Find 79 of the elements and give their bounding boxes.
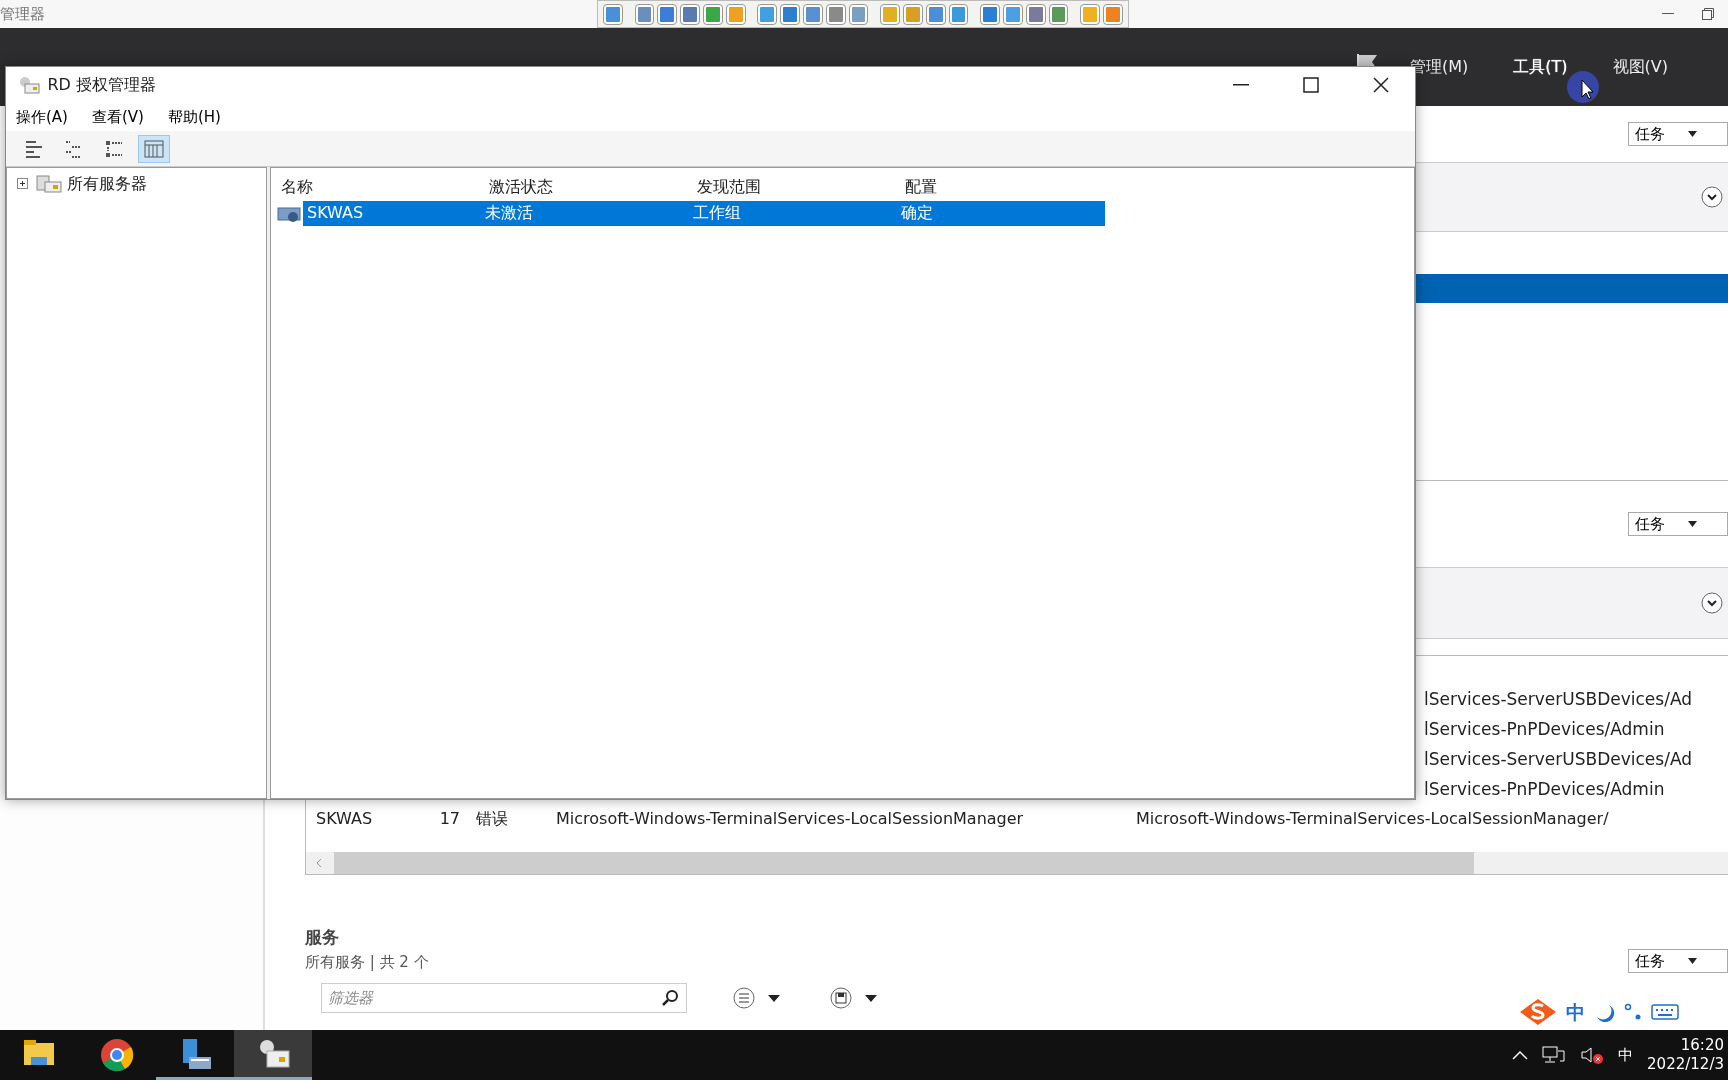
toolbar-icon[interactable] xyxy=(1104,4,1122,24)
table-cell-text: lServices-ServerUSBDevices/Ad xyxy=(1423,748,1694,771)
column-header[interactable]: 发现范围 xyxy=(693,175,901,199)
minimize-icon[interactable] xyxy=(1662,13,1674,15)
table-icon[interactable] xyxy=(143,137,165,160)
table-cell-text: 错误 xyxy=(476,808,509,830)
maximize-icon[interactable] xyxy=(1303,77,1319,93)
table-cell-text: SKWAS xyxy=(316,808,374,830)
section-title: 服务 xyxy=(305,926,340,949)
table-cell-text: Microsoft-Windows-TerminalServices-LocalSessionManager xyxy=(556,808,1025,830)
scrollbar-thumb[interactable] xyxy=(334,852,1474,874)
clock[interactable]: 16:20 2022/12/3 xyxy=(1647,1036,1724,1074)
input-language[interactable]: 中 xyxy=(1618,1043,1634,1067)
tasks-dropdown[interactable]: 任务 xyxy=(1628,949,1728,973)
ime-mode[interactable]: 中 xyxy=(1566,997,1585,1027)
column-header[interactable]: 名称 xyxy=(277,175,485,199)
tasks-dropdown[interactable]: 任务 xyxy=(1628,122,1728,146)
time-text: 16:20 xyxy=(1680,1036,1724,1055)
toolbar-icon[interactable] xyxy=(849,4,868,24)
column-header[interactable]: 激活状态 xyxy=(485,175,693,199)
table-cell-text: lServices-PnPDevices/Admin xyxy=(1423,778,1666,801)
license-manager-icon xyxy=(18,76,40,94)
date-text: 2022/12/3 xyxy=(1647,1055,1724,1074)
toolbar-icon[interactable] xyxy=(1081,4,1099,24)
caret-icon[interactable] xyxy=(1687,958,1697,964)
column-header[interactable]: 配置 xyxy=(901,175,1109,199)
menu-item[interactable]: 视图(V) xyxy=(1612,51,1668,83)
table-cell-text: lServices-ServerUSBDevices/Ad xyxy=(1423,688,1694,711)
cursor-icon xyxy=(1566,70,1600,106)
toolbar-icon[interactable] xyxy=(1049,4,1068,24)
filter-field[interactable]: 筛选器 xyxy=(321,983,687,1013)
toolbar-icon[interactable] xyxy=(826,4,845,24)
chevron-icon[interactable] xyxy=(1700,591,1724,615)
toolbar-icon[interactable] xyxy=(981,4,999,24)
toolbar-icon[interactable] xyxy=(758,4,777,24)
volume-muted-icon[interactable] xyxy=(1580,1045,1605,1065)
toolbar-icon[interactable] xyxy=(949,4,968,24)
taskbar-app[interactable] xyxy=(234,1030,312,1080)
table-cell-text: Microsoft-Windows-TerminalServices-LocalSessionManager/ xyxy=(1136,808,1609,830)
toolbar-icon[interactable] xyxy=(604,4,622,24)
toolbar-icon[interactable] xyxy=(726,4,745,24)
restore-icon[interactable] xyxy=(1702,8,1714,20)
section-subtitle: 所有服务 | 共 2 个 xyxy=(305,951,429,973)
caret-icon[interactable] xyxy=(1687,521,1697,527)
keyboard-icon[interactable] xyxy=(1651,1002,1679,1022)
toolbar-icon[interactable] xyxy=(704,4,722,24)
toolbar-icon[interactable] xyxy=(881,4,899,24)
list-row[interactable]: SKWAS 未激活 工作组 确定 xyxy=(303,200,1105,226)
toolbar-icon[interactable] xyxy=(1026,4,1045,24)
view-button[interactable] xyxy=(138,134,170,163)
caret-icon[interactable] xyxy=(1687,131,1697,137)
window-title: RD 授权管理器 xyxy=(47,74,157,96)
toolbar-icon[interactable] xyxy=(781,4,799,24)
tree-item[interactable]: 所有服务器 xyxy=(66,172,147,196)
toolbar-icon[interactable] xyxy=(635,4,654,24)
tasks-dropdown[interactable]: 任务 xyxy=(1628,512,1728,536)
expand-icon[interactable] xyxy=(17,178,29,190)
toolbar-icon[interactable] xyxy=(658,4,677,24)
minimize-icon[interactable] xyxy=(1233,84,1249,86)
menu-item[interactable]: 操作(A) xyxy=(16,105,68,129)
network-icon[interactable] xyxy=(1542,1045,1567,1065)
window-title: 管理器 xyxy=(0,3,45,25)
chevron-icon[interactable] xyxy=(1700,185,1724,209)
toolbar-icon[interactable] xyxy=(681,4,699,24)
table-cell-text: lServices-PnPDevices/Admin xyxy=(1423,718,1666,741)
chevron-up-icon[interactable] xyxy=(1512,1050,1529,1060)
browser-icon xyxy=(99,1036,135,1071)
toolbar-icon[interactable] xyxy=(904,4,922,24)
menu-item[interactable]: 查看(V) xyxy=(91,105,144,129)
table-cell-text: 17 xyxy=(438,808,461,830)
toolbar-icon[interactable] xyxy=(926,4,945,24)
toolbar-icon[interactable] xyxy=(1004,4,1022,24)
horizontal-scrollbar[interactable] xyxy=(306,852,1728,874)
menu-item[interactable]: 帮助(H) xyxy=(167,105,221,129)
toolbar-icon[interactable] xyxy=(804,4,822,24)
menu-item[interactable]: 工具(T) xyxy=(1513,51,1568,83)
close-icon[interactable] xyxy=(1373,77,1389,93)
ime-logo-icon[interactable] xyxy=(1518,997,1558,1027)
search-icon[interactable] xyxy=(661,989,679,1007)
